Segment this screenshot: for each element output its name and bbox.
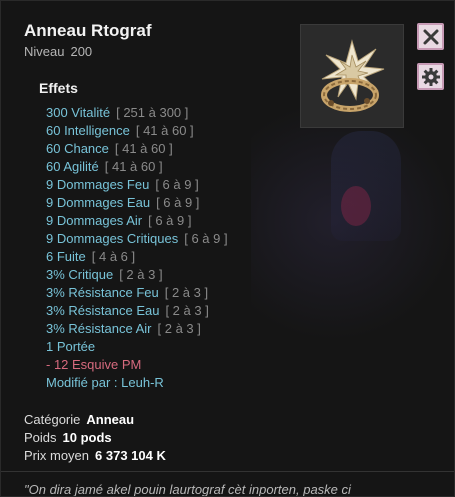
settings-button[interactable] [417,63,444,90]
effect-line: 3% Résistance Feu[ 2 à 3 ] [46,285,209,300]
effect-line: 6 Fuite[ 4 à 6 ] [46,249,136,264]
item-image-frame [300,24,404,128]
effect-line: 300 Vitalité[ 251 à 300 ] [46,105,189,120]
level-label: Niveau [24,44,65,59]
close-icon [423,29,438,44]
effect-line: 9 Dommages Eau[ 6 à 9 ] [46,195,200,210]
item-name: Anneau Rtograf [24,21,152,40]
effect-line: 9 Dommages Air[ 6 à 9 ] [46,213,192,228]
effects-header: Effets [39,80,78,96]
effect-line: 9 Dommages Critiques[ 6 à 9 ] [46,231,228,246]
negative-effect-line: - 12 Esquive PM [46,357,142,372]
ring-icon [321,39,385,112]
price-row: Prix moyen 6 373 104 K [24,448,166,463]
effect-line: 3% Critique[ 2 à 3 ] [46,267,163,282]
modified-by-line: Modifié par : Leuh-R [46,375,164,390]
effect-line: 60 Intelligence[ 41 à 60 ] [46,123,194,138]
effect-line: 9 Dommages Feu[ 6 à 9 ] [46,177,199,192]
background-character [331,131,401,241]
effect-line: 3% Résistance Air[ 2 à 3 ] [46,321,201,336]
close-button[interactable] [417,23,444,50]
category-row: Catégorie Anneau [24,412,135,427]
item-level: Niveau 200 [24,44,98,59]
gear-icon [421,67,440,86]
effect-line: 60 Chance[ 41 à 60 ] [46,141,173,156]
background-character-detail [341,186,371,226]
effect-line: 60 Agilité[ 41 à 60 ] [46,159,163,174]
effect-line: 3% Résistance Eau[ 2 à 3 ] [46,303,209,318]
divider [1,471,454,472]
effect-line: 1 Portée [46,339,96,354]
effects-list: 300 Vitalité[ 251 à 300 ] 60 Intelligenc… [46,104,228,392]
weight-row: Poids 10 pods [24,430,112,445]
item-meta: Catégorie Anneau Poids 10 pods Prix moyen 6… [24,411,166,465]
flavor-text: "On dira jamé akel pouin laurtograf cèt … [24,482,351,497]
item-tooltip: Anneau Rtograf Niveau 200 Effets 300 Vit… [0,0,455,497]
level-value: 200 [70,44,93,59]
